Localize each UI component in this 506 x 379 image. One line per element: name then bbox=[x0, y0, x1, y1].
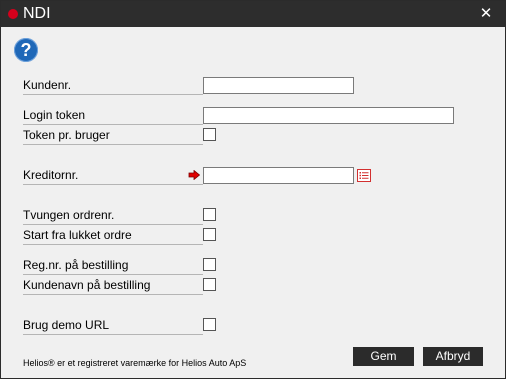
login-token-label: Login token bbox=[23, 108, 203, 125]
close-button[interactable]: ✕ bbox=[477, 4, 495, 24]
list-icon[interactable] bbox=[357, 169, 371, 182]
save-button[interactable]: Gem bbox=[353, 347, 414, 366]
arrow-right-icon bbox=[188, 170, 200, 180]
regnr-paa-bestilling-label: Reg.nr. på bestilling bbox=[23, 258, 203, 275]
tvungen-ordrenr-checkbox[interactable] bbox=[203, 208, 216, 221]
brug-demo-url-label: Brug demo URL bbox=[23, 318, 203, 335]
trademark-note: Helios® er et registreret varemærke for … bbox=[23, 358, 247, 368]
app-dot-icon bbox=[8, 9, 18, 19]
help-glyph: ? bbox=[20, 40, 32, 60]
kundenavn-paa-bestilling-label: Kundenavn på bestilling bbox=[23, 278, 203, 295]
token-pr-bruger-label: Token pr. bruger bbox=[23, 128, 203, 145]
login-token-input[interactable] bbox=[203, 107, 454, 124]
brug-demo-url-checkbox[interactable] bbox=[203, 318, 216, 331]
tvungen-ordrenr-label: Tvungen ordrenr. bbox=[23, 208, 203, 225]
kundenr-label: Kundenr. bbox=[23, 78, 203, 95]
start-fra-lukket-ordre-checkbox[interactable] bbox=[203, 228, 216, 241]
kundenr-input[interactable] bbox=[203, 77, 354, 94]
ndi-dialog: NDI ✕ ? Kundenr. Login token Token pr. b… bbox=[0, 0, 506, 379]
cancel-button[interactable]: Afbryd bbox=[423, 347, 483, 366]
window-title: NDI bbox=[23, 5, 51, 22]
kundenavn-paa-bestilling-checkbox[interactable] bbox=[203, 278, 216, 291]
kreditornr-input[interactable] bbox=[203, 167, 354, 184]
kreditornr-label: Kreditornr. bbox=[23, 168, 203, 185]
start-fra-lukket-ordre-label: Start fra lukket ordre bbox=[23, 228, 203, 245]
help-icon[interactable]: ? bbox=[14, 38, 38, 62]
token-pr-bruger-checkbox[interactable] bbox=[203, 128, 216, 141]
title-bar: NDI ✕ bbox=[1, 1, 505, 27]
regnr-paa-bestilling-checkbox[interactable] bbox=[203, 258, 216, 271]
